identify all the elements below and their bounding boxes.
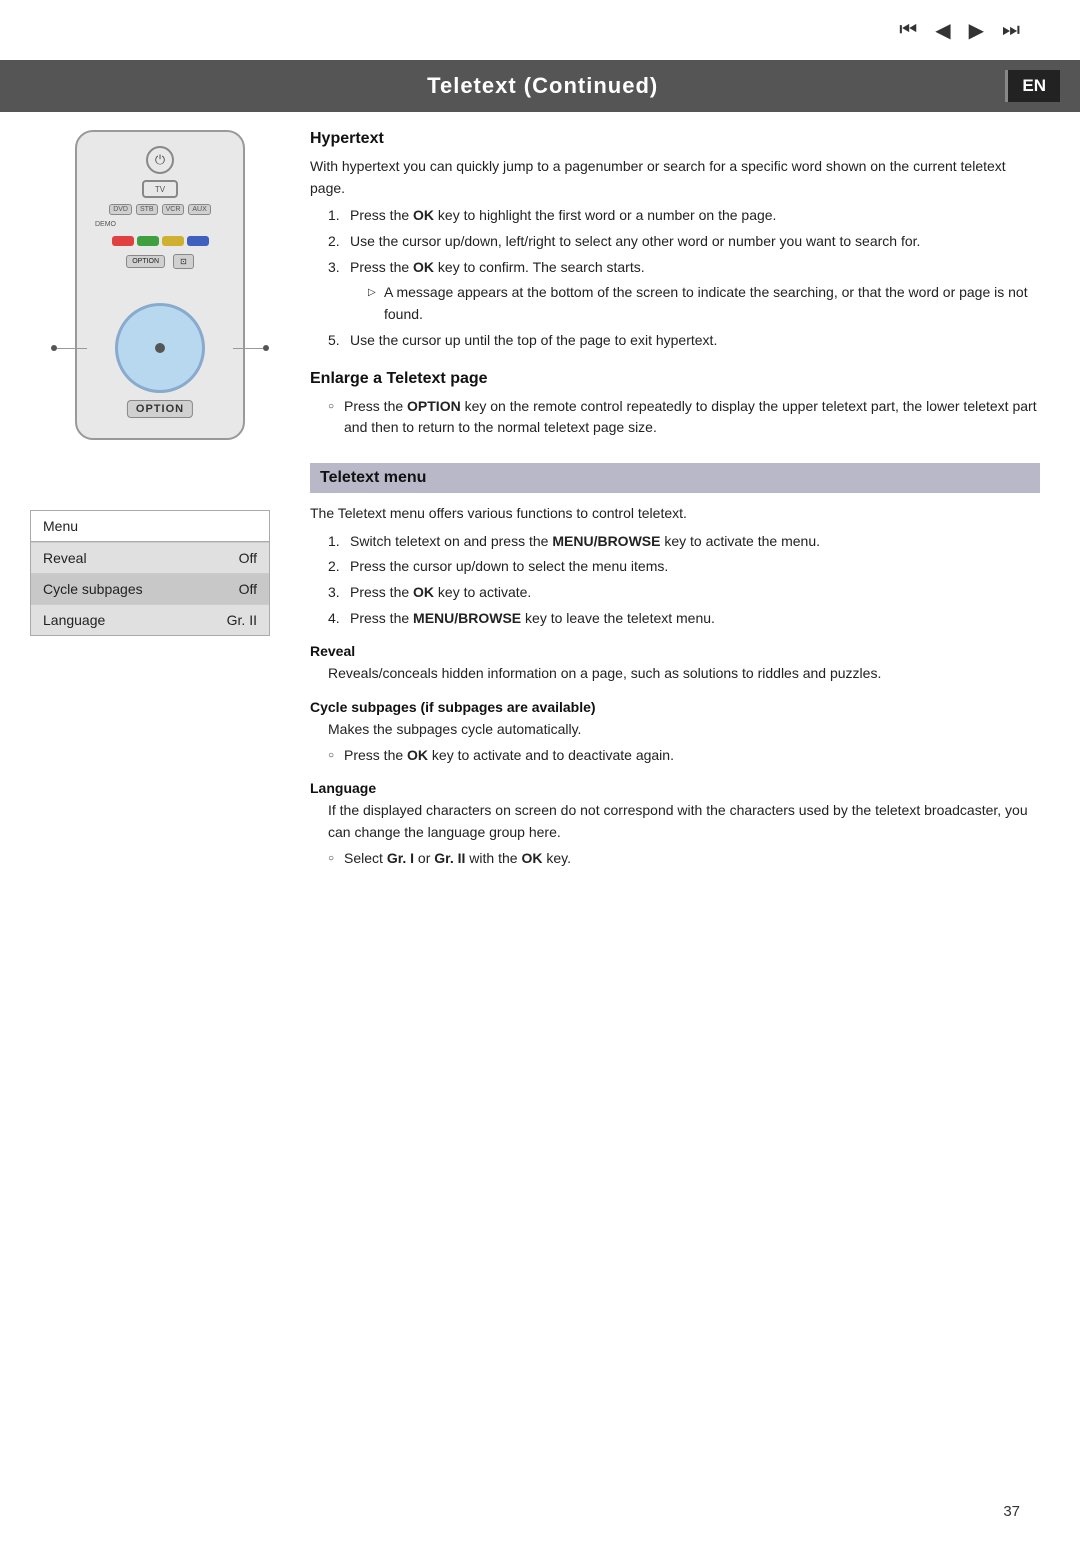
menu-table-header-row: Menu [31, 511, 269, 543]
hypertext-intro: With hypertext you can quickly jump to a… [310, 156, 1040, 199]
reveal-label: Reveal [31, 543, 209, 573]
menu-row-reveal: Reveal Off [31, 543, 269, 574]
hypertext-step-3: Press the OK key to confirm. The search … [328, 257, 1040, 326]
reveal-heading: Reveal [310, 643, 1040, 659]
cycle-value: Off [209, 574, 269, 604]
subtitle-button: ⊡ [173, 254, 194, 269]
power-icon: ⏻ [155, 152, 165, 168]
right-column: Hypertext With hypertext you can quickly… [310, 130, 1040, 873]
next-icon: ▶ [969, 18, 984, 43]
hypertext-steps: Press the OK key to highlight the first … [328, 205, 1040, 351]
cycle-heading: Cycle subpages (if subpages are availabl… [310, 699, 1040, 715]
teletext-menu-intro: The Teletext menu offers various functio… [310, 503, 1040, 525]
reveal-text: Reveals/conceals hidden information on a… [328, 663, 1040, 685]
page-title: Teletext (Continued) [80, 73, 1005, 99]
enlarge-text: Press the OPTION key on the remote contr… [328, 396, 1040, 439]
language-text: If the displayed characters on screen do… [328, 800, 1040, 843]
enlarge-list: Press the OPTION key on the remote contr… [328, 396, 1040, 439]
hypertext-heading: Hypertext [310, 130, 1040, 148]
teletext-menu-steps: Switch teletext on and press the MENU/BR… [328, 531, 1040, 630]
option-label: OPTION [127, 400, 193, 418]
option-row: OPTION ⊡ [126, 254, 194, 269]
header-bar: Teletext (Continued) EN [0, 60, 1080, 112]
left-column: ⏻ TV DVD STB VCR AUX DEMO OPTION ⊡ OPT [30, 130, 290, 440]
hypertext-step-2: Use the cursor up/down, left/right to se… [328, 231, 1040, 253]
dpad-circle: OPTION [115, 303, 205, 393]
dpad-right-line [233, 348, 263, 349]
language-bullet: Select Gr. I or Gr. II with the OK key. [328, 848, 1040, 870]
menu-header-cell: Menu [31, 511, 269, 542]
menu-row-cycle: Cycle subpages Off [31, 574, 269, 605]
language-value: Gr. II [209, 605, 269, 635]
cycle-bullet: Press the OK key to activate and to deac… [328, 745, 1040, 767]
menu-step-3: Press the OK key to activate. [328, 582, 1040, 604]
yellow-button [162, 236, 184, 246]
hypertext-sub-step: A message appears at the bottom of the s… [368, 282, 1040, 325]
power-button: ⏻ [146, 146, 174, 174]
remote-illustration: ⏻ TV DVD STB VCR AUX DEMO OPTION ⊡ OPT [75, 130, 245, 440]
menu-table: Menu Reveal Off Cycle subpages Off Langu… [30, 510, 270, 636]
next-end-icon: ⏭ [1002, 19, 1020, 42]
page-number: 37 [1003, 1503, 1020, 1520]
language-label: Language [31, 605, 209, 635]
lang-badge: EN [1005, 70, 1060, 102]
cycle-text1: Makes the subpages cycle automatically. [328, 719, 1040, 741]
hypertext-step-4: Use the cursor up until the top of the p… [328, 330, 1040, 352]
tv-label: TV [155, 185, 165, 194]
reveal-value: Off [209, 543, 269, 573]
menu-step-1: Switch teletext on and press the MENU/BR… [328, 531, 1040, 553]
dpad-area: OPTION [87, 283, 233, 413]
aux-button: AUX [188, 204, 210, 215]
color-buttons [112, 236, 209, 246]
demo-label: DEMO [95, 221, 116, 228]
language-bullet-list: Select Gr. I or Gr. II with the OK key. [328, 848, 1040, 870]
teletext-menu-heading: Teletext menu [310, 463, 1040, 493]
prev-start-icon: ⏮ [899, 19, 917, 42]
vcr-button: VCR [162, 204, 185, 215]
cycle-label: Cycle subpages [31, 574, 209, 604]
menu-step-2: Press the cursor up/down to select the m… [328, 556, 1040, 578]
stb-button: STB [136, 204, 158, 215]
option-small-button: OPTION [126, 255, 165, 268]
dpad-center [155, 343, 165, 353]
menu-row-language: Language Gr. II [31, 605, 269, 635]
prev-icon: ◀ [935, 18, 950, 43]
cycle-bullet-list: Press the OK key to activate and to deac… [328, 745, 1040, 767]
top-nav: ⏮ ◀ ▶ ⏭ [899, 18, 1020, 43]
language-heading: Language [310, 780, 1040, 796]
menu-step-4: Press the MENU/BROWSE key to leave the t… [328, 608, 1040, 630]
green-button [137, 236, 159, 246]
dvd-button: DVD [109, 204, 132, 215]
red-button [112, 236, 134, 246]
dpad-dot-right [263, 345, 269, 351]
tv-button: TV [142, 180, 178, 198]
hypertext-sub-list: A message appears at the bottom of the s… [368, 282, 1040, 325]
source-row: DVD STB VCR AUX [109, 204, 211, 215]
dpad-left-line [57, 348, 87, 349]
blue-button [187, 236, 209, 246]
hypertext-step-1: Press the OK key to highlight the first … [328, 205, 1040, 227]
enlarge-heading: Enlarge a Teletext page [310, 370, 1040, 388]
